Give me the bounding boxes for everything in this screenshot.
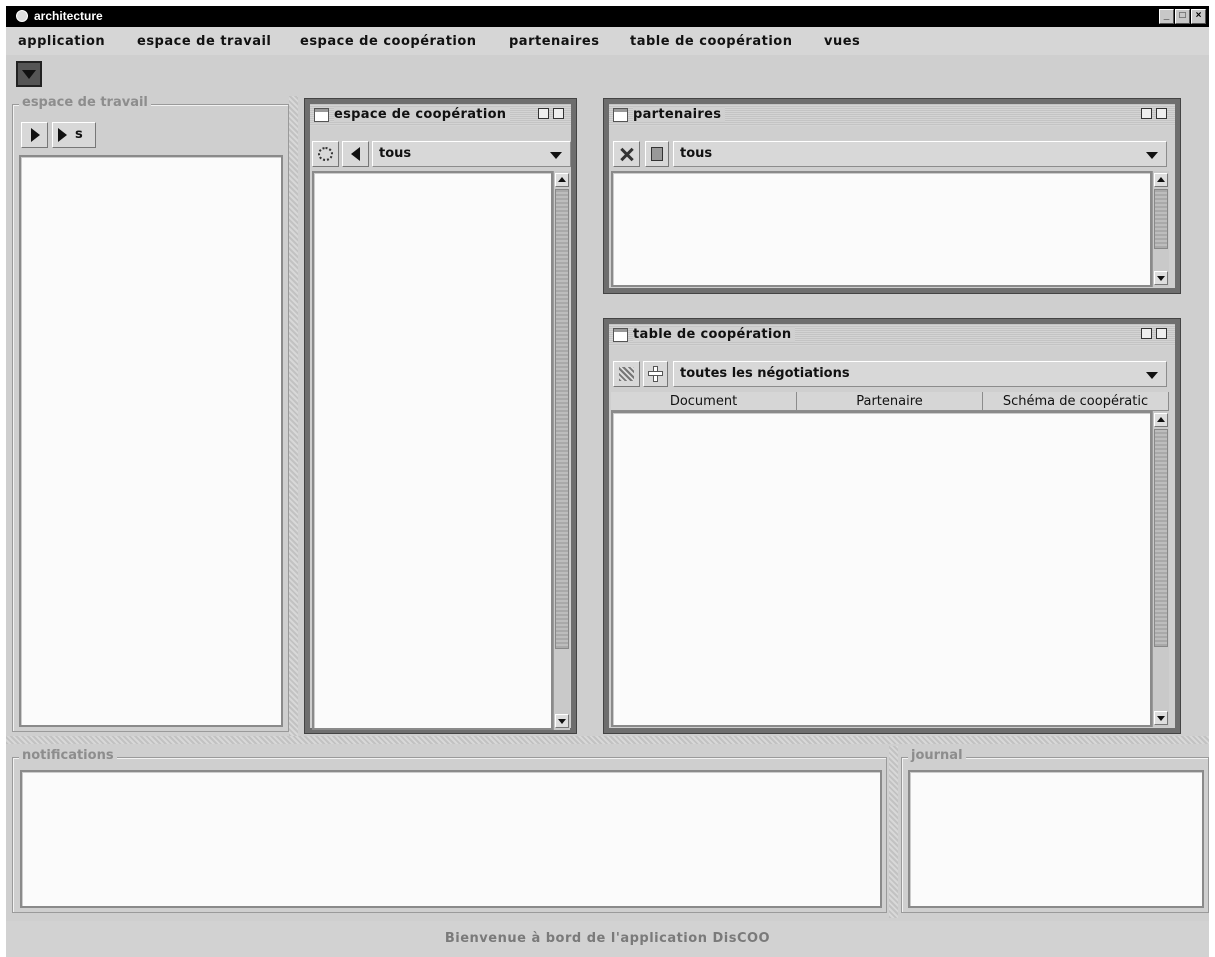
- scroll-down-icon[interactable]: [555, 714, 569, 728]
- column-header-partenaire[interactable]: Partenaire: [797, 392, 983, 411]
- column-header-schema[interactable]: Schéma de coopératic: [983, 392, 1169, 411]
- triangle-right-icon: [58, 128, 67, 142]
- scroll-up-icon[interactable]: [1154, 173, 1168, 187]
- coop-space-titlebar[interactable]: espace de coopération: [310, 104, 571, 126]
- chevron-down-icon: [1146, 372, 1158, 379]
- window-doc-icon: [613, 108, 628, 122]
- workspace-tree[interactable]: [19, 155, 283, 727]
- partners-title: partenaires: [633, 107, 726, 122]
- minimize-icon[interactable]: _: [1159, 9, 1174, 24]
- coop-space-title: espace de coopération: [334, 107, 511, 122]
- coop-space-filter-select[interactable]: tous: [372, 141, 571, 167]
- coop-table-add-button[interactable]: [643, 361, 668, 387]
- partners-list[interactable]: [611, 171, 1152, 287]
- notifications-panel: notifications: [12, 748, 887, 913]
- scroll-down-icon[interactable]: [1154, 711, 1168, 725]
- column-header-document[interactable]: Document: [611, 392, 797, 411]
- notifications-area[interactable]: [20, 770, 882, 908]
- workspace-panel: espace de travail s: [12, 95, 289, 732]
- cloud-icon: [318, 147, 333, 161]
- chevron-down-icon: [550, 152, 562, 159]
- bottom-splitter[interactable]: [889, 746, 898, 918]
- workspace-legend: espace de travail: [19, 95, 151, 110]
- partners-scrollbar[interactable]: [1152, 171, 1169, 287]
- import-icon: [651, 147, 663, 161]
- scroll-thumb[interactable]: [1154, 189, 1168, 249]
- minimize-icon[interactable]: [1141, 108, 1152, 119]
- coop-space-action-button[interactable]: [312, 141, 339, 167]
- coop-space-filter-value: tous: [379, 146, 412, 161]
- scroll-thumb[interactable]: [1154, 429, 1168, 647]
- toolbar-dropdown-button[interactable]: [16, 61, 42, 87]
- coop-table-action-button[interactable]: [613, 361, 640, 387]
- coop-space-frame: espace de coopération tous: [304, 98, 577, 734]
- workspace-expand-s-button[interactable]: s: [52, 122, 96, 148]
- triangle-down-icon: [22, 70, 36, 79]
- journal-legend: journal: [908, 748, 966, 763]
- status-message: Bienvenue à bord de l'application DisCOO: [444, 931, 771, 946]
- partners-frame: partenaires tous: [603, 98, 1181, 294]
- maximize-icon[interactable]: [1156, 108, 1167, 119]
- coop-table-title: table de coopération: [633, 327, 796, 342]
- window-doc-icon: [613, 328, 628, 342]
- menu-application[interactable]: application: [18, 34, 105, 49]
- menu-bar: application espace de travail espace de …: [6, 27, 1209, 55]
- maximize-icon[interactable]: □: [1175, 9, 1190, 24]
- coop-space-list[interactable]: [312, 171, 553, 730]
- scroll-up-icon[interactable]: [555, 173, 569, 187]
- toolbar: [6, 55, 1209, 93]
- scroll-down-icon[interactable]: [1154, 271, 1168, 285]
- partners-add-button[interactable]: [645, 141, 669, 167]
- partners-titlebar[interactable]: partenaires: [609, 104, 1175, 126]
- scroll-thumb[interactable]: [555, 189, 569, 649]
- notifications-legend: notifications: [19, 748, 117, 763]
- chevron-down-icon: [1146, 152, 1158, 159]
- scroll-up-icon[interactable]: [1154, 413, 1168, 427]
- workspace-btn-s-label: s: [75, 127, 83, 142]
- partners-filter-value: tous: [680, 146, 713, 161]
- coop-table-header: Document Partenaire Schéma de coopératic: [611, 392, 1169, 411]
- coop-table-filter-select[interactable]: toutes les négotiations: [673, 361, 1167, 387]
- coop-table-titlebar[interactable]: table de coopération: [609, 324, 1175, 346]
- menu-espace-de-travail[interactable]: espace de travail: [137, 34, 271, 49]
- window-doc-icon: [314, 108, 329, 122]
- coop-space-back-button[interactable]: [342, 141, 369, 167]
- coop-space-scrollbar[interactable]: [553, 171, 570, 730]
- window-title: architecture: [34, 9, 103, 23]
- journal-area[interactable]: [908, 770, 1204, 908]
- maximize-icon[interactable]: [553, 108, 564, 119]
- coop-table-filter-value: toutes les négotiations: [680, 366, 850, 381]
- triangle-left-icon: [351, 147, 360, 161]
- close-icon[interactable]: ×: [1191, 9, 1206, 24]
- status-bar: Bienvenue à bord de l'application DisCOO: [6, 921, 1209, 957]
- maximize-icon[interactable]: [1156, 328, 1167, 339]
- negotiation-icon: [619, 367, 634, 381]
- coop-table-scrollbar[interactable]: [1152, 411, 1169, 727]
- triangle-right-icon: [31, 128, 40, 142]
- workspace-expand-button[interactable]: [21, 122, 48, 148]
- minimize-icon[interactable]: [538, 108, 549, 119]
- menu-espace-de-cooperation[interactable]: espace de coopération: [300, 34, 477, 49]
- menu-vues[interactable]: vues: [824, 34, 860, 49]
- partners-filter-select[interactable]: tous: [673, 141, 1167, 167]
- app-icon: [16, 10, 28, 22]
- partners-tools-button[interactable]: [613, 141, 640, 167]
- coop-table-body[interactable]: [611, 411, 1152, 727]
- menu-partenaires[interactable]: partenaires: [509, 34, 599, 49]
- minimize-icon[interactable]: [1141, 328, 1152, 339]
- horizontal-splitter[interactable]: [6, 736, 1209, 744]
- title-bar: architecture _ □ ×: [6, 6, 1209, 27]
- coop-table-frame: table de coopération toutes les négotiat…: [603, 318, 1181, 734]
- menu-table-de-cooperation[interactable]: table de coopération: [630, 34, 792, 49]
- journal-panel: journal: [901, 748, 1209, 913]
- vertical-splitter[interactable]: [289, 96, 298, 736]
